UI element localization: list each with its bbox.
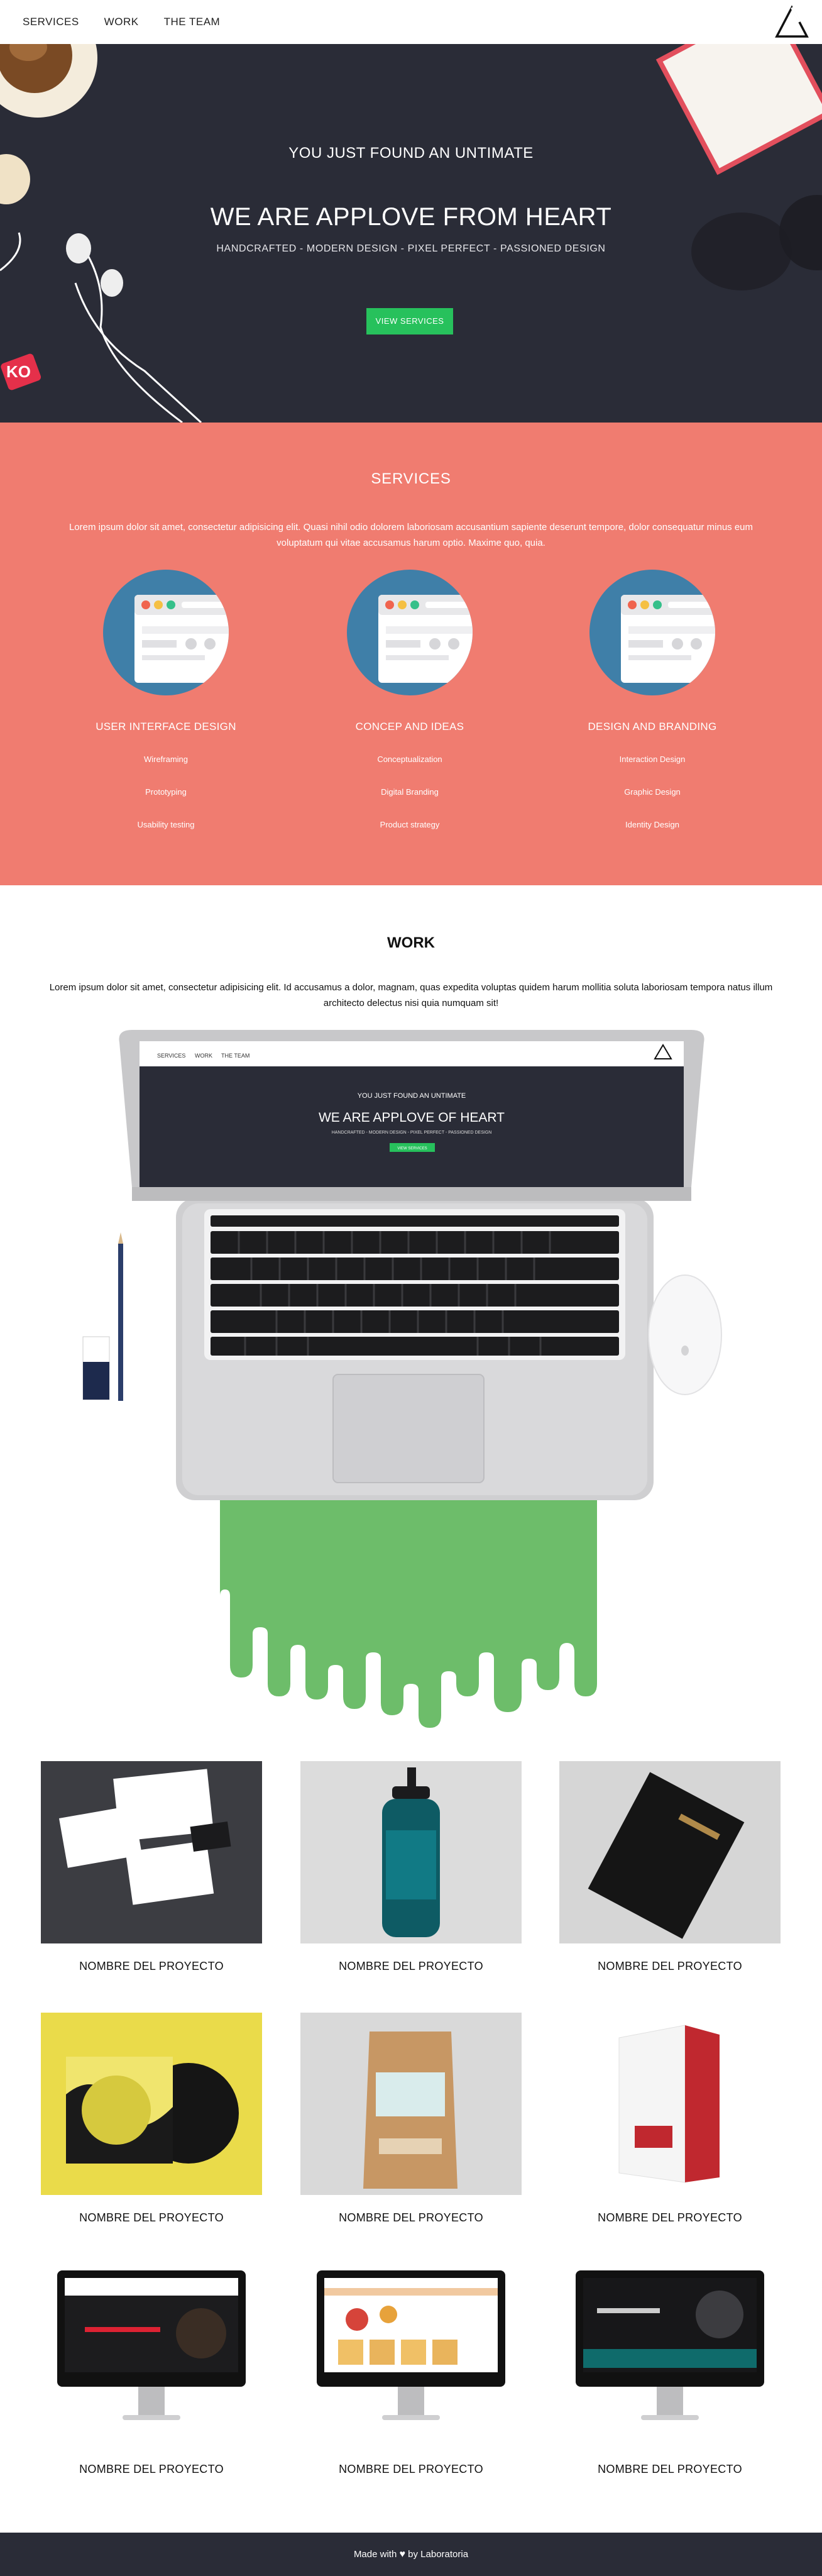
project-name: NOMBRE DEL PROYECTO (598, 1960, 742, 1972)
browser-window-icon (103, 570, 229, 695)
service-column-ui: USER INTERFACE DESIGN Wireframing Protot… (72, 570, 260, 851)
service-column-branding: DESIGN AND BRANDING Interaction Design G… (558, 570, 747, 851)
nav-work[interactable]: WORK (104, 16, 139, 28)
project-thumbnail[interactable] (300, 1761, 522, 1943)
laptop-illustration: SERVICES WORK THE TEAM YOU JUST FOUND AN… (57, 1030, 767, 1740)
project-thumbnail[interactable] (559, 2013, 781, 2195)
project-name: NOMBRE DEL PROYECTO (598, 2211, 742, 2224)
project-card[interactable]: NOMBRE DEL PROYECTO (300, 1761, 522, 1973)
project-thumbnail[interactable] (300, 2013, 522, 2195)
screen-nav-services: SERVICES (157, 1053, 185, 1059)
service-item: Conceptualization (377, 755, 442, 764)
nav-services[interactable]: SERVICES (23, 16, 79, 28)
service-column-concept: CONCEP AND IDEAS Conceptualization Digit… (315, 570, 504, 851)
services-title: SERVICES (371, 470, 451, 487)
work-section: WORK Lorem ipsum dolor sit amet, consect… (0, 885, 822, 2533)
project-card[interactable]: NOMBRE DEL PROYECTO (41, 2013, 262, 2225)
project-card[interactable]: NOMBRE DEL PROYECTO (559, 2013, 781, 2225)
project-card[interactable]: NOMBRE DEL PROYECTO (559, 2264, 781, 2476)
project-thumbnail[interactable] (41, 1761, 262, 1943)
project-name: NOMBRE DEL PROYECTO (339, 2211, 483, 2224)
footer-by: by Laboratoria (408, 2549, 469, 2560)
project-card[interactable]: NOMBRE DEL PROYECTO (41, 1761, 262, 1973)
service-title: DESIGN AND BRANDING (588, 721, 717, 732)
work-title: WORK (387, 934, 435, 951)
top-nav: SERVICES WORK THE TEAM (0, 0, 822, 44)
project-name: NOMBRE DEL PROYECTO (79, 1960, 224, 1972)
screen-nav-team: THE TEAM (221, 1053, 249, 1059)
service-item: Digital Branding (381, 787, 439, 797)
project-card[interactable]: NOMBRE DEL PROYECTO (300, 2013, 522, 2225)
project-card[interactable]: NOMBRE DEL PROYECTO (41, 2264, 262, 2476)
svg-text:KO: KO (6, 362, 31, 381)
nav-team[interactable]: THE TEAM (164, 16, 221, 28)
service-title: USER INTERFACE DESIGN (96, 721, 236, 732)
service-item: Graphic Design (624, 787, 681, 797)
service-item: Identity Design (625, 820, 679, 829)
browser-window-icon (347, 570, 473, 695)
screen-subtitle: HANDCRAFTED - MODERN DESIGN - PIXEL PERF… (332, 1130, 492, 1135)
work-lead: Lorem ipsum dolor sit amet, consectetur … (49, 982, 773, 1009)
hero-title: WE ARE APPLOVE FROM HEART (210, 203, 612, 231)
project-thumbnail[interactable] (559, 1761, 781, 1943)
triangle-logo-icon[interactable] (774, 5, 809, 40)
service-title: CONCEP AND IDEAS (355, 721, 464, 732)
project-name: NOMBRE DEL PROYECTO (339, 2463, 483, 2475)
service-item: Interaction Design (619, 755, 686, 764)
heart-icon: ♥ (399, 2549, 405, 2560)
footer: Made with ♥ by Laboratoria (0, 2533, 822, 2576)
project-thumbnail[interactable] (559, 2264, 781, 2446)
services-section: SERVICES Lorem ipsum dolor sit amet, con… (0, 423, 822, 885)
services-lead: Lorem ipsum dolor sit amet, consectetur … (68, 522, 754, 548)
hero-pretitle: YOU JUST FOUND AN UNTIMATE (288, 145, 534, 162)
screen-button: VIEW SERVICES (397, 1147, 427, 1151)
project-card[interactable]: NOMBRE DEL PROYECTO (559, 1761, 781, 1973)
hero-desk-illustration: KO (0, 44, 822, 423)
service-item: Wireframing (143, 755, 189, 764)
service-item: Product strategy (380, 820, 440, 829)
screen-title: WE ARE APPLOVE OF HEART (319, 1110, 505, 1125)
hero-section: KO YOU JUST FOUND AN UNTIMATE WE ARE APP… (0, 44, 822, 423)
browser-window-icon (589, 570, 715, 695)
project-thumbnail[interactable] (41, 2013, 262, 2195)
service-item: Usability testing (137, 820, 195, 829)
project-name: NOMBRE DEL PROYECTO (598, 2463, 742, 2475)
project-thumbnail[interactable] (300, 2264, 522, 2446)
project-name: NOMBRE DEL PROYECTO (79, 2211, 224, 2224)
screen-nav-work: WORK (195, 1053, 212, 1059)
screen-pretitle: YOU JUST FOUND AN UNTIMATE (358, 1092, 466, 1100)
view-services-button[interactable]: VIEW SERVICES (366, 308, 453, 334)
service-item: Prototyping (145, 787, 187, 797)
project-thumbnail[interactable] (41, 2264, 262, 2446)
hero-subtitle: HANDCRAFTED - MODERN DESIGN - PIXEL PERF… (216, 243, 606, 254)
project-name: NOMBRE DEL PROYECTO (339, 1960, 483, 1972)
footer-made: Made with (353, 2549, 397, 2560)
project-name: NOMBRE DEL PROYECTO (79, 2463, 224, 2475)
project-card[interactable]: NOMBRE DEL PROYECTO (300, 2264, 522, 2476)
